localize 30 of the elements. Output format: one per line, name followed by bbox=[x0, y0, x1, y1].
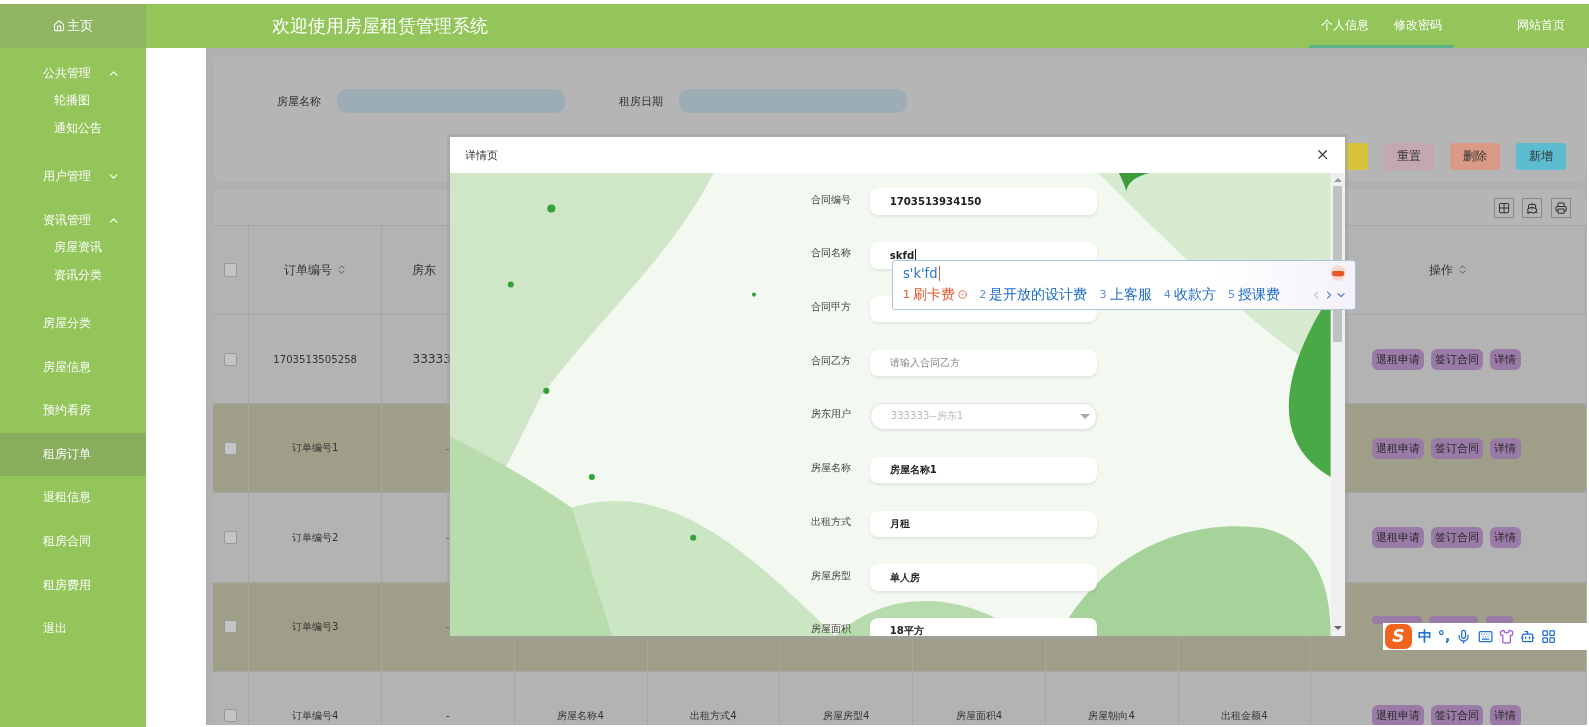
field-label: 合同乙方 bbox=[810, 353, 852, 368]
table-cell: 房屋名称4 bbox=[557, 708, 604, 723]
field-label: 合同名称 bbox=[810, 246, 852, 261]
field-label: 出租方式 bbox=[810, 514, 852, 529]
field-label: 房屋房型 bbox=[810, 568, 852, 583]
field-label: 房屋名称 bbox=[276, 93, 321, 109]
table-cell: - bbox=[446, 621, 450, 633]
table-cell: 订单编号4 bbox=[291, 708, 339, 723]
table-cell: - bbox=[446, 532, 450, 543]
field-label: 房屋名称 bbox=[810, 461, 852, 476]
table-cell: 房屋朝向4 bbox=[1088, 708, 1135, 723]
field-label: 房东用户 bbox=[810, 407, 852, 422]
table-cell: 订单编号3 bbox=[291, 619, 339, 634]
dialog-title: 详情页 bbox=[465, 147, 499, 163]
table-cell: 房屋面积4 bbox=[955, 708, 1003, 723]
table-cell: 订单编号1 bbox=[291, 441, 339, 456]
table-cell: 房屋房型4 bbox=[822, 708, 870, 723]
table-cell: 1703513505258 bbox=[273, 353, 357, 365]
field-label: 合同甲方 bbox=[810, 300, 852, 314]
field-label: 租房日期 bbox=[618, 93, 663, 109]
field-label: 合同编号 bbox=[810, 192, 852, 207]
field-label: 房屋面积 bbox=[810, 622, 852, 637]
table-cell: - bbox=[446, 442, 450, 454]
app-title: 欢迎使用房屋租赁管理系统 bbox=[271, 14, 489, 39]
table-cell: 33333 bbox=[412, 352, 452, 367]
table-cell: 订单编号2 bbox=[291, 530, 339, 545]
ime-composition: s'k'fd bbox=[902, 266, 940, 282]
table-cell: 出租金额4 bbox=[1221, 708, 1268, 723]
table-cell: - bbox=[446, 710, 450, 722]
table-cell: 出租方式4 bbox=[690, 708, 737, 723]
